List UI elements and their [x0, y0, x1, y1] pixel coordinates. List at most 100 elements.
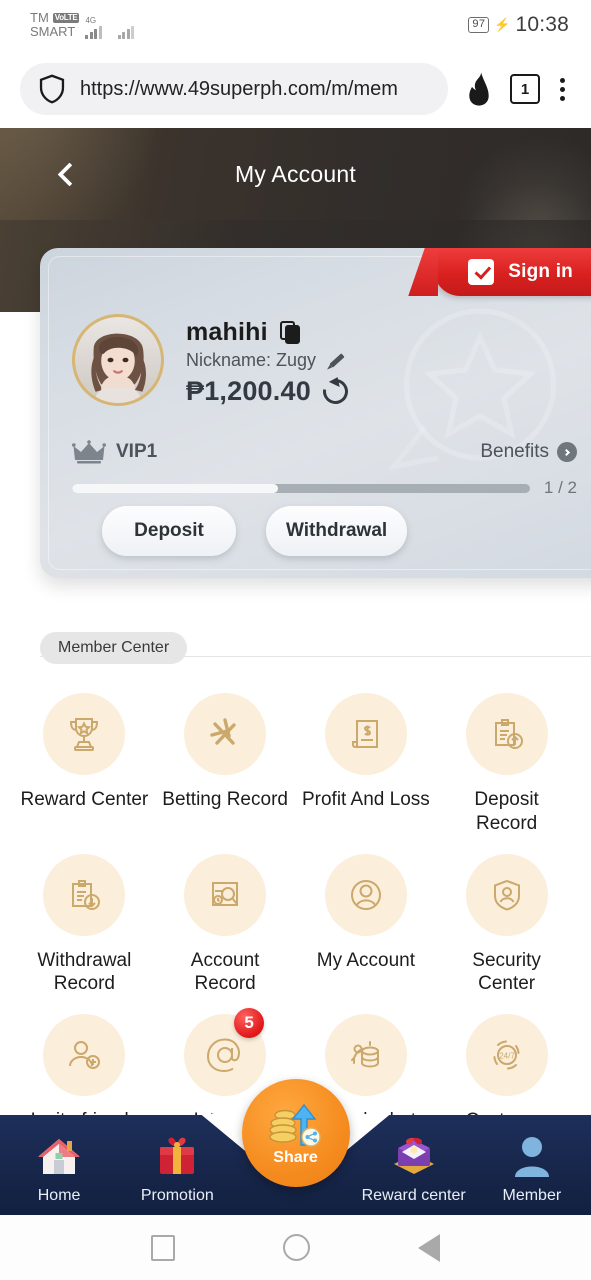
copy-icon[interactable] [279, 320, 302, 345]
grid-item-reward-center[interactable]: Reward Center [14, 693, 155, 836]
vip-row: VIP1 Benefits [72, 440, 577, 464]
withdrawal-button[interactable]: Withdrawal [266, 506, 408, 556]
grid-item-label: Security Center [472, 949, 541, 995]
user-circle-icon [324, 853, 407, 936]
grid-item-account-record[interactable]: Account Record [155, 853, 296, 997]
grid-item-label: Account Record [190, 949, 260, 995]
share-button[interactable]: Share [241, 1079, 350, 1187]
balance-amount: ₱1,200.40 [186, 376, 311, 406]
receipt-dollar-icon [324, 693, 407, 775]
battery-icon: 97 [468, 17, 490, 33]
record-search-icon [184, 853, 267, 936]
vip-progress-bar [72, 483, 530, 493]
vip-progress-fill [72, 483, 279, 493]
share-label: Share [273, 1149, 318, 1166]
username-label: mahihi [186, 318, 268, 346]
signal-primary: 4G [85, 15, 102, 39]
recents-icon[interactable] [151, 1234, 175, 1261]
checkbox-checked-icon [468, 259, 495, 285]
grid-item-deposit-record[interactable]: Deposit Record [436, 693, 577, 836]
grid-item-profit-and-loss[interactable]: Profit And Loss [296, 693, 437, 836]
nickname-label: Nickname: Zugy [186, 350, 317, 370]
grid-item-security-center[interactable]: Security Center [436, 853, 577, 997]
person-icon [505, 1129, 559, 1183]
chevron-left-icon [56, 161, 82, 187]
avatar-photo [75, 317, 161, 403]
home-circle-icon[interactable] [283, 1234, 310, 1261]
grid-item-my-account[interactable]: My Account [296, 853, 437, 997]
vip-progress-row: 1 / 2 [72, 478, 577, 498]
address-bar[interactable]: https://www.49superph.com/m/mem [20, 63, 448, 115]
grid-item-withdrawal-record[interactable]: Withdrawal Record [14, 853, 155, 997]
nav-item-member[interactable]: Member [477, 1129, 587, 1205]
network-type-label: 4G [85, 15, 97, 25]
at-sign-icon: 5 [184, 1008, 267, 1096]
back-triangle-icon[interactable] [418, 1233, 440, 1262]
nav-item-reward-center[interactable]: Reward center [359, 1129, 469, 1205]
grid-item-label: Betting Record [162, 789, 288, 810]
android-nav-bar [0, 1215, 591, 1280]
deposit-button[interactable]: Deposit [102, 506, 236, 556]
coins-rebate-icon [324, 1014, 407, 1096]
flame-icon[interactable] [462, 71, 496, 107]
nav-item-label: Home [37, 1187, 81, 1204]
trophy-icon [43, 693, 126, 775]
refresh-icon[interactable] [318, 374, 353, 409]
tab-count-label: 1 [520, 80, 530, 98]
nav-item-label: Reward center [361, 1187, 466, 1204]
signin-label: Sign in [508, 261, 573, 282]
nickname-row: Nickname: Zugy [186, 350, 348, 371]
benefits-link[interactable]: Benefits [480, 441, 577, 463]
bottom-nav: Home Promotion Share Reward center Membe… [0, 1079, 591, 1215]
url-text: https://www.49superph.com/m/mem [80, 77, 398, 100]
status-bar: TM VoLTE SMART 4G 97 ⚡ 10:38 [0, 0, 591, 50]
account-card: Sign in mahihi Nickname: Zugy ₱1,200.40 … [40, 248, 591, 578]
nav-item-label: Member [502, 1187, 562, 1204]
house-icon [32, 1129, 86, 1183]
carrier-labels: TM VoLTE SMART [30, 11, 80, 38]
clipboard-down-icon [43, 853, 126, 936]
signal-bars-icon [85, 25, 102, 39]
page-title: My Account [235, 160, 356, 187]
clock-label: 10:38 [515, 13, 569, 36]
crown-icon [72, 440, 106, 464]
edit-pencil-icon[interactable] [326, 351, 346, 371]
grid-item-label: Reward Center [20, 789, 149, 810]
benefits-label: Benefits [480, 441, 549, 462]
shield-user-icon [465, 853, 548, 936]
chevron-right-circle-icon [557, 442, 577, 462]
volte-badge: VoLTE [52, 12, 80, 24]
overflow-menu-icon[interactable] [554, 74, 571, 105]
vip-progress-count: 1 / 2 [543, 478, 577, 497]
status-left: TM VoLTE SMART 4G [30, 11, 135, 39]
clipboard-up-icon [465, 693, 548, 775]
member-center-tabrow: Member Center [0, 625, 591, 671]
signin-banner[interactable]: Sign in [434, 248, 591, 296]
share-coins-icon [268, 1103, 321, 1147]
username-row: mahihi [186, 318, 348, 347]
card-action-buttons: Deposit Withdrawal [102, 506, 408, 556]
profile-row: mahihi Nickname: Zugy ₱1,200.40 [72, 314, 353, 409]
browser-toolbar: https://www.49superph.com/m/mem 1 [0, 50, 591, 128]
back-button[interactable] [52, 157, 86, 191]
tab-count-button[interactable]: 1 [510, 74, 540, 104]
nav-item-home[interactable]: Home [4, 1129, 114, 1205]
phone-screen: TM VoLTE SMART 4G 97 ⚡ 10:38 https://www… [0, 0, 591, 1280]
grid-item-label: Profit And Loss [301, 789, 430, 810]
tab-member-center[interactable]: Member Center [40, 632, 188, 664]
svg-text:24/7: 24/7 [499, 1052, 515, 1061]
card-watermark-icon [387, 308, 557, 471]
grid-item-betting-record[interactable]: Betting Record [155, 693, 296, 836]
user-add-icon [43, 1014, 126, 1096]
signal-bars-secondary-icon [117, 25, 135, 39]
avatar[interactable] [72, 314, 164, 406]
vip-left: VIP1 [72, 440, 157, 464]
balance-row: ₱1,200.40 [186, 374, 353, 409]
charging-bolt-icon: ⚡ [494, 17, 511, 32]
shield-icon [39, 74, 65, 104]
vip-level-label: VIP1 [116, 441, 158, 462]
grid-item-label: My Account [316, 949, 415, 971]
grid-item-label: Deposit Record [474, 789, 539, 834]
status-right: 97 ⚡ 10:38 [468, 13, 569, 37]
nav-item-promotion[interactable]: Promotion [122, 1129, 232, 1205]
